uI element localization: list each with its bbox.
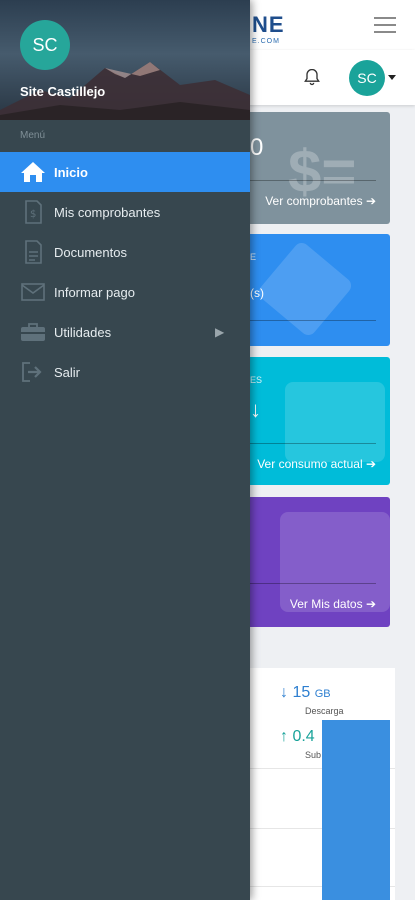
home-icon: [21, 162, 45, 182]
brand-logo: NE: [252, 12, 285, 37]
profile-name: Site Castillejo: [20, 84, 106, 99]
nav-item-documentos[interactable]: Documentos: [0, 232, 250, 272]
nav-label: Informar pago: [54, 285, 135, 300]
card-value: 0: [250, 134, 264, 161]
usage-bar: [322, 720, 390, 900]
receipt-icon: $: [25, 200, 42, 224]
nav-label: Documentos: [54, 245, 127, 260]
nav-item-inicio[interactable]: Inicio: [0, 152, 250, 192]
card-divider: [240, 443, 376, 444]
card-label: ES: [250, 375, 263, 385]
drawer-header: SC Site Castillejo: [0, 0, 250, 120]
card-text: (s): [250, 286, 264, 300]
mis-datos-card[interactable]: Ver Mis datos ➔: [240, 497, 390, 627]
nav-label: Mis comprobantes: [54, 205, 161, 220]
nav-item-salir[interactable]: Salir: [0, 352, 250, 392]
download-value: ↓ 15: [280, 684, 311, 701]
download-stat: ↓ 15 GB: [280, 684, 331, 702]
profile-avatar[interactable]: SC: [20, 20, 70, 70]
card-label: E: [250, 252, 257, 262]
arrow-down-icon: ↓: [250, 397, 261, 422]
bell-icon[interactable]: [302, 66, 322, 88]
meter-icon: [285, 382, 385, 462]
envelope-icon: [21, 283, 45, 301]
ver-consumo-link[interactable]: Ver consumo actual ➔: [257, 457, 376, 471]
chevron-right-icon: ▶: [215, 325, 225, 339]
card-divider: [240, 583, 376, 584]
logout-icon: [22, 362, 42, 382]
menu-section-label: Menú: [20, 130, 46, 141]
nav-label: Utilidades: [54, 325, 112, 340]
drawer-nav: Inicio $ Mis comprobantes Documentos Inf…: [0, 152, 250, 392]
toolbox-icon: [21, 323, 45, 341]
tag-icon: [255, 239, 355, 339]
nav-item-mis-comprobantes[interactable]: $ Mis comprobantes: [0, 192, 250, 232]
nav-label: Salir: [54, 365, 81, 380]
consumo-card[interactable]: ES ↓ Ver consumo actual ➔: [240, 357, 390, 485]
brand-logo-subtext: E.COM: [252, 38, 280, 45]
hamburger-menu-icon[interactable]: [374, 17, 396, 33]
document-icon: [25, 240, 42, 264]
consumption-panel: ↓ 15 GB Descarga ↑ 0.4 Sub: [250, 668, 395, 900]
card-divider: [240, 180, 376, 181]
ver-comprobantes-link[interactable]: Ver comprobantes ➔: [265, 194, 376, 208]
blue-card[interactable]: E (s): [240, 234, 390, 346]
nav-item-utilidades[interactable]: Utilidades ▶: [0, 312, 250, 352]
svg-text:$: $: [30, 209, 36, 220]
upload-label: Sub: [305, 750, 322, 760]
ver-mis-datos-link[interactable]: Ver Mis datos ➔: [290, 597, 376, 611]
download-label: Descarga: [305, 706, 344, 716]
navigation-drawer: SC Site Castillejo Menú Inicio $ Mis com…: [0, 0, 250, 900]
comprobantes-card[interactable]: $= 0 Ver comprobantes ➔: [240, 112, 390, 224]
card-divider: [240, 320, 376, 321]
chevron-down-icon[interactable]: [388, 75, 396, 80]
nav-item-informar-pago[interactable]: Informar pago: [0, 272, 250, 312]
upload-stat: ↑ 0.4: [280, 728, 315, 745]
user-avatar[interactable]: SC: [349, 60, 385, 96]
download-unit: GB: [314, 688, 331, 700]
nav-label: Inicio: [54, 165, 88, 180]
